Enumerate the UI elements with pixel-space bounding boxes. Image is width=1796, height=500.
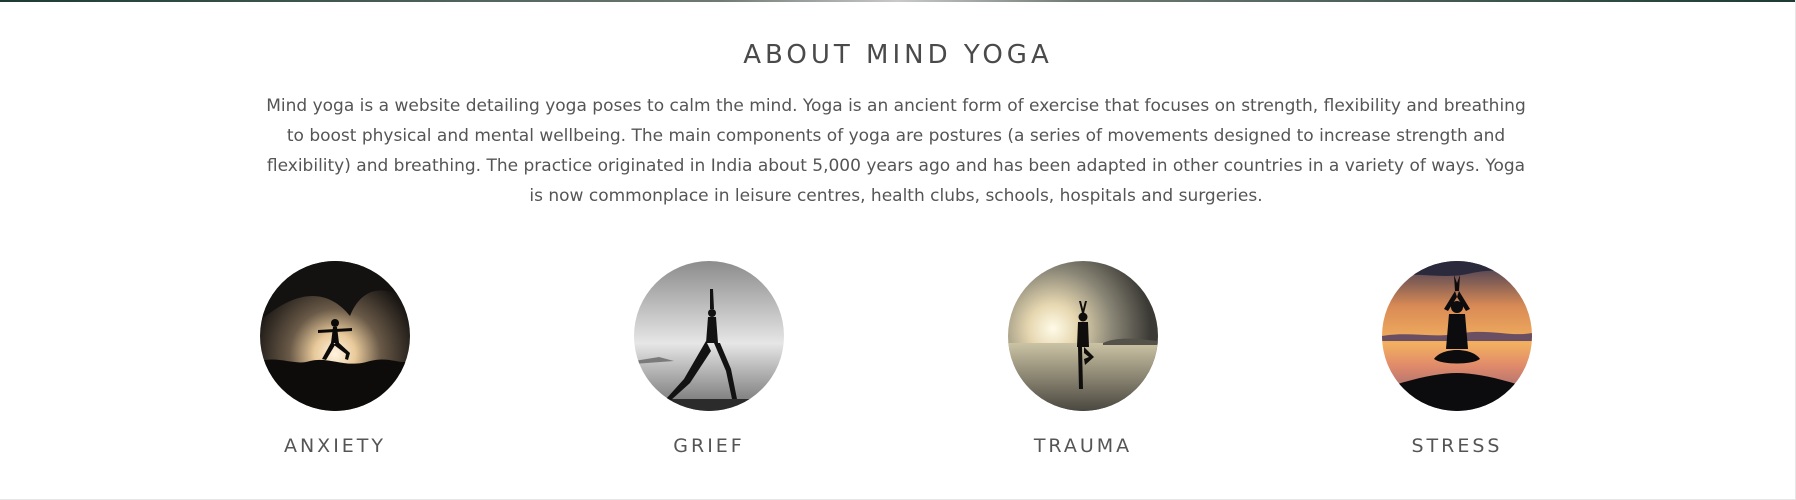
category-card-anxiety[interactable]: ANXIETY	[205, 261, 465, 457]
stress-image[interactable]	[1382, 261, 1532, 411]
category-label-trauma[interactable]: TRAUMA	[953, 435, 1213, 457]
category-label-stress[interactable]: STRESS	[1327, 435, 1587, 457]
category-cards: ANXIETY GRIEF TRAUMA STRESS	[0, 0, 1796, 500]
anxiety-image[interactable]	[260, 261, 410, 411]
trauma-image[interactable]	[1008, 261, 1158, 411]
category-card-grief[interactable]: GRIEF	[579, 261, 839, 457]
grief-image[interactable]	[634, 261, 784, 411]
category-card-stress[interactable]: STRESS	[1327, 261, 1587, 457]
category-label-grief[interactable]: GRIEF	[579, 435, 839, 457]
category-card-trauma[interactable]: TRAUMA	[953, 261, 1213, 457]
category-label-anxiety[interactable]: ANXIETY	[205, 435, 465, 457]
